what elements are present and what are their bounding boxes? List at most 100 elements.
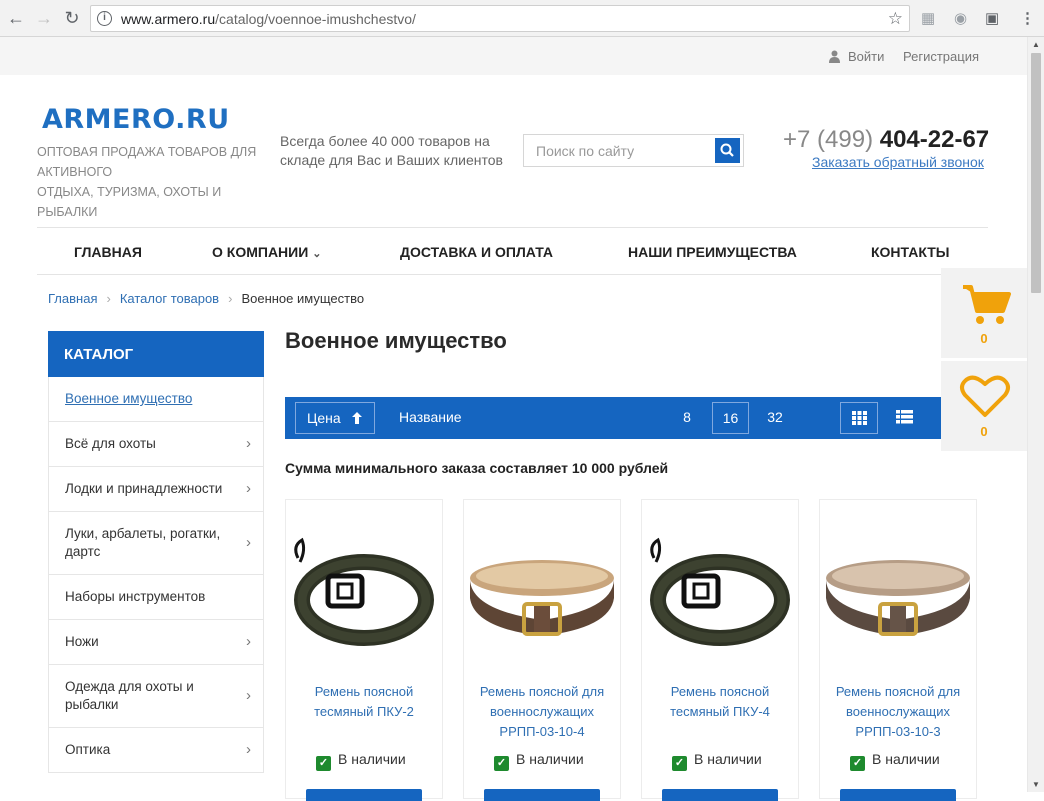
product-card[interactable]: Ремень поясной тесмяный ПКУ-2 ✓ В наличии <box>285 499 443 801</box>
list-view-button[interactable] <box>885 402 923 434</box>
buy-button[interactable] <box>662 789 778 801</box>
phone-number: 404-22-67 <box>879 126 990 153</box>
back-icon[interactable]: ← <box>6 8 26 28</box>
sidebar-item-tools[interactable]: Наборы инструментов <box>48 575 264 620</box>
top-account-bar: Войти Регистрация <box>0 37 1027 75</box>
chevron-right-icon: › <box>246 633 251 650</box>
extension-icon[interactable]: ▦ <box>921 9 935 27</box>
product-name[interactable]: Ремень поясной для военнослужащих РРПП-0… <box>828 682 968 742</box>
buy-button[interactable] <box>484 789 600 801</box>
cart-icon <box>963 285 1011 324</box>
header-slogan: Всегда более 40 000 товаров на складе дл… <box>280 133 503 168</box>
min-order-notice: Сумма минимального заказа составляет 10 … <box>285 460 669 476</box>
sidebar-item-clothing[interactable]: Одежда для охоты и рыбалки › <box>48 665 264 728</box>
sort-by-price-button[interactable]: Цена <box>295 402 375 434</box>
check-icon: ✓ <box>316 756 331 771</box>
buy-button[interactable] <box>306 789 422 801</box>
callback-link[interactable]: Заказать обратный звонок <box>812 154 984 170</box>
sort-toolbar: Цена Название 8 16 32 <box>285 397 945 439</box>
grid-view-button[interactable] <box>840 402 878 434</box>
per-page-16[interactable]: 16 <box>712 402 749 434</box>
sidebar-item-label: Наборы инструментов <box>65 589 206 604</box>
nav-home[interactable]: Главная <box>74 244 142 260</box>
scroll-up-icon[interactable]: ▲ <box>1032 40 1040 49</box>
heart-icon <box>960 375 1010 417</box>
product-image[interactable] <box>642 528 798 658</box>
forward-icon[interactable]: → <box>34 8 54 28</box>
nav-delivery[interactable]: Доставка и оплата <box>400 244 553 260</box>
reload-icon[interactable]: ↻ <box>62 8 82 28</box>
sidebar-item-label: Военное имущество <box>65 391 193 406</box>
sidebar-item-knives[interactable]: Ножи › <box>48 620 264 665</box>
stock-label: В наличии <box>872 751 940 767</box>
nav-about[interactable]: О компании ⌄ <box>212 244 321 260</box>
product-name[interactable]: Ремень поясной тесмяный ПКУ-2 <box>294 682 434 722</box>
url-text: www.armero.ru/catalog/voennoe-imushchest… <box>121 11 416 27</box>
sidebar-item-label: Всё для охоты <box>65 436 156 451</box>
catalog-header: Каталог <box>48 331 264 377</box>
address-bar[interactable]: i www.armero.ru/catalog/voennoe-imushche… <box>90 5 910 32</box>
browser-toolbar: ← → ↻ i www.armero.ru/catalog/voennoe-im… <box>0 0 1044 37</box>
stock-status: ✓ В наличии <box>850 751 940 771</box>
url-path: /catalog/voennoe-imushchestvo/ <box>215 11 416 27</box>
bookmark-star-icon[interactable]: ☆ <box>888 9 903 29</box>
per-page-32[interactable]: 32 <box>761 402 789 434</box>
stock-label: В наличии <box>516 751 584 767</box>
nav-contacts[interactable]: Контакты <box>871 244 949 260</box>
site-logo[interactable]: ARMERO.RU <box>42 104 230 135</box>
breadcrumb-current: Военное имущество <box>241 291 365 306</box>
catalog-sidebar: Каталог Военное имущество Всё для охоты … <box>48 331 264 773</box>
wishlist-widget[interactable]: 0 <box>941 361 1027 451</box>
per-page-8[interactable]: 8 <box>674 402 700 434</box>
search-placeholder: Поиск по сайту <box>536 143 635 159</box>
sidebar-item-boats[interactable]: Лодки и принадлежности › <box>48 467 264 512</box>
breadcrumb: Главная › Каталог товаров › Военное имуществ… <box>48 291 364 306</box>
cart-widget[interactable]: 0 <box>941 268 1027 358</box>
stock-status: ✓ В наличии <box>672 751 762 771</box>
product-name[interactable]: Ремень поясной тесмяный ПКУ-4 <box>650 682 790 722</box>
breadcrumb-catalog[interactable]: Каталог товаров <box>120 291 219 306</box>
chevron-right-icon: › <box>246 534 251 551</box>
sidebar-item-bows[interactable]: Луки, арбалеты, рогатки, дартс › <box>48 512 264 575</box>
url-host: www.armero.ru <box>121 11 216 27</box>
extension-icon-2[interactable]: ◉ <box>954 9 967 27</box>
sidebar-item-hunting[interactable]: Всё для охоты › <box>48 422 264 467</box>
product-image[interactable] <box>820 528 976 658</box>
sidebar-item-label: Одежда для охоты и рыбалки <box>65 679 194 712</box>
user-icon <box>829 50 840 63</box>
product-card[interactable]: Ремень поясной для военнослужащих РРПП-0… <box>819 499 977 801</box>
list-icon <box>895 410 913 424</box>
menu-kebab-icon[interactable]: ⋮ <box>1020 9 1035 27</box>
breadcrumb-home[interactable]: Главная <box>48 291 97 306</box>
nav-advantages[interactable]: Наши преимущества <box>628 244 797 260</box>
buy-button[interactable] <box>840 789 956 801</box>
product-image[interactable] <box>464 528 620 658</box>
product-card[interactable]: Ремень поясной тесмяный ПКУ-4 ✓ В наличии <box>641 499 799 801</box>
sort-by-name-button[interactable]: Название <box>399 409 462 425</box>
product-image[interactable] <box>286 528 442 658</box>
search-icon <box>720 143 734 157</box>
breadcrumb-separator-icon: › <box>228 291 233 306</box>
search-input[interactable]: Поиск по сайту <box>523 134 744 167</box>
search-button[interactable] <box>715 138 740 163</box>
tagline-line-2: отдыха, туризма, охоты и рыбалки <box>37 185 222 219</box>
login-link[interactable]: Войти <box>848 49 884 64</box>
sidebar-item-optics[interactable]: Оптика › <box>48 728 264 773</box>
tagline-line-1: Оптовая продажа товаров для активного <box>37 145 257 179</box>
phone-prefix: +7 (499) <box>783 126 874 153</box>
site-info-icon[interactable]: i <box>97 11 112 26</box>
camera-icon[interactable]: ▣ <box>985 9 999 27</box>
chevron-right-icon: › <box>246 687 251 704</box>
stock-label: В наличии <box>694 751 762 767</box>
breadcrumb-separator-icon: › <box>106 291 111 306</box>
register-link[interactable]: Регистрация <box>903 49 979 64</box>
scroll-down-icon[interactable]: ▼ <box>1032 780 1040 789</box>
page-scrollbar[interactable]: ▲ ▼ <box>1027 37 1044 792</box>
scrollbar-thumb[interactable] <box>1031 53 1041 293</box>
product-name[interactable]: Ремень поясной для военнослужащих РРПП-0… <box>472 682 612 742</box>
product-card[interactable]: Ремень поясной для военнослужащих РРПП-0… <box>463 499 621 801</box>
chevron-right-icon: › <box>246 435 251 452</box>
main-navigation: Главная О компании ⌄ Доставка и оплата Н… <box>37 227 988 275</box>
sidebar-item-military[interactable]: Военное имущество <box>48 377 264 422</box>
sidebar-item-label: Ножи <box>65 634 99 649</box>
